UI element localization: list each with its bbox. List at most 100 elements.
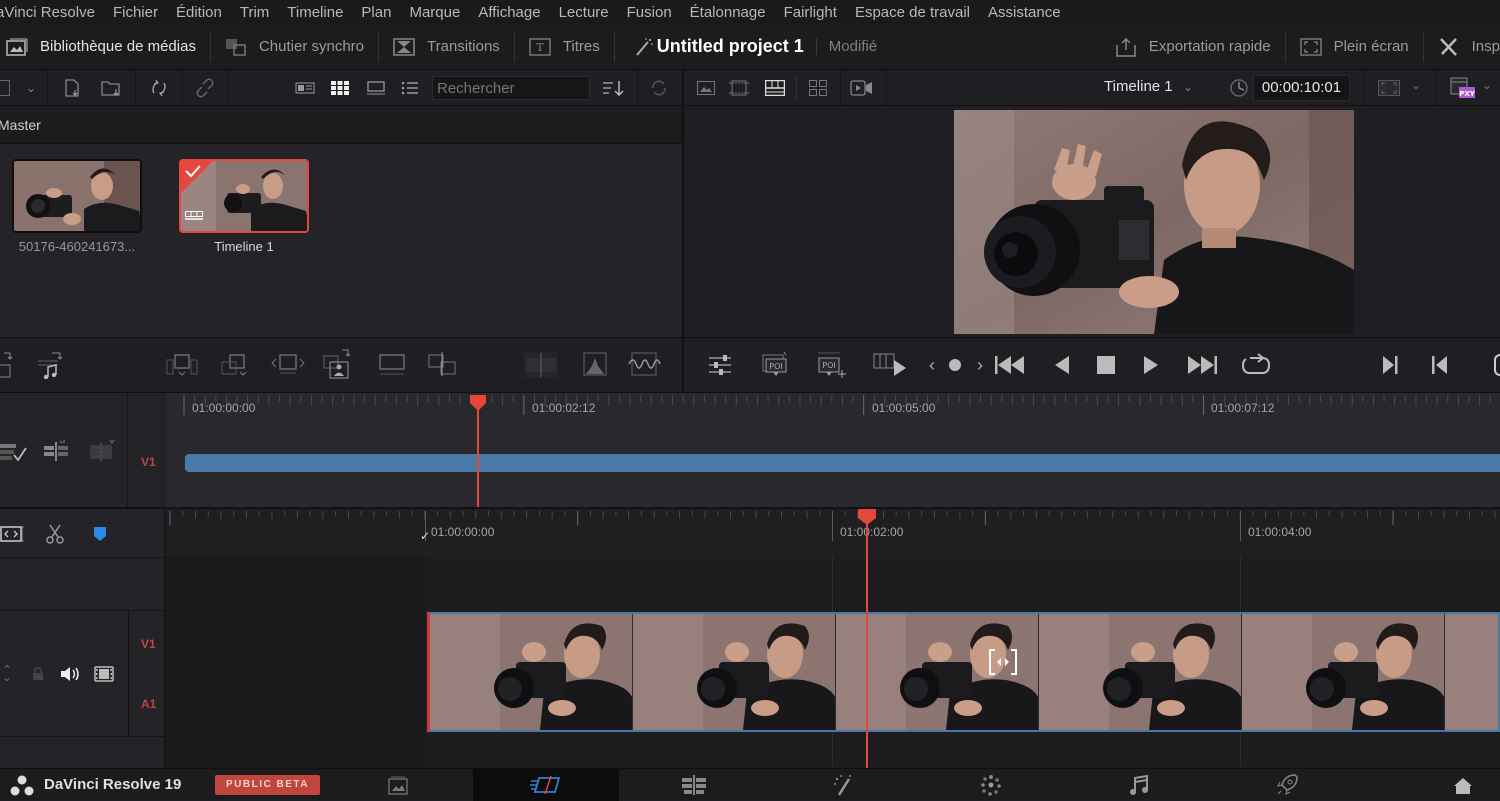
go-to-end-icon[interactable]	[1184, 355, 1220, 375]
bin-list-toggle[interactable]	[0, 80, 10, 96]
quick-export-button[interactable]: Exportation rapide	[1101, 24, 1285, 69]
lower-playhead-handle[interactable]	[857, 508, 877, 526]
filmstrip-view-icon[interactable]	[365, 80, 387, 96]
place-on-top-icon[interactable]	[376, 352, 408, 378]
menu-timeline[interactable]: Timeline	[287, 4, 343, 21]
chevron-down-icon[interactable]: ⌄	[22, 78, 40, 98]
page-tab-cut[interactable]	[473, 769, 619, 801]
mark-in-icon[interactable]	[1380, 355, 1400, 375]
menu-view[interactable]: Affichage	[478, 4, 540, 21]
page-tab-fusion[interactable]	[770, 769, 916, 801]
go-to-start-icon[interactable]	[992, 355, 1028, 375]
upper-timeline-clip[interactable]	[185, 454, 1500, 472]
close-up-icon[interactable]	[322, 348, 358, 380]
ripple-overwrite-icon[interactable]	[270, 352, 306, 378]
home-icon[interactable]	[1452, 776, 1474, 796]
proxy-icon[interactable]: PXY	[1450, 76, 1476, 100]
snap-edit-icon[interactable]	[42, 439, 70, 463]
source-clip-icon[interactable]	[696, 79, 716, 97]
import-media-icon[interactable]	[62, 78, 82, 98]
relink-icon[interactable]	[148, 78, 170, 98]
menu-fairlight[interactable]: Fairlight	[784, 4, 837, 21]
lower-playhead-line[interactable]	[866, 516, 868, 768]
thumbnail-view-icon[interactable]	[330, 79, 350, 97]
page-tab-media[interactable]	[325, 769, 471, 801]
media-clip-thumbnail[interactable]	[12, 159, 142, 233]
menu-edit[interactable]: Édition	[176, 4, 222, 21]
sync-icon[interactable]	[648, 78, 670, 98]
loop-icon[interactable]	[1240, 353, 1272, 377]
camera-source-icon[interactable]	[850, 78, 874, 98]
multicam-icon[interactable]	[808, 79, 828, 97]
append-video-icon[interactable]	[0, 351, 14, 379]
append-end-icon[interactable]	[220, 352, 252, 378]
page-tab-color[interactable]	[918, 769, 1064, 801]
menu-workspace[interactable]: Espace de travail	[855, 4, 970, 21]
menu-help[interactable]: Assistance	[988, 4, 1061, 21]
media-library-button[interactable]: Bibliothèque de médias	[0, 24, 210, 69]
scissors-icon[interactable]	[44, 524, 66, 544]
titles-button[interactable]: T Titres	[515, 24, 614, 69]
transitions-button[interactable]: Transitions	[379, 24, 514, 69]
smart-insert-icon[interactable]	[166, 352, 198, 378]
keyframe-dot-icon[interactable]	[948, 358, 962, 372]
search-input[interactable]	[432, 76, 590, 100]
page-tab-edit[interactable]	[621, 769, 767, 801]
lock-icon[interactable]	[30, 666, 46, 682]
menu-color[interactable]: Étalonnage	[690, 4, 766, 21]
sync-bin-button[interactable]: Chutier synchro	[211, 24, 378, 69]
film-icon[interactable]	[93, 665, 115, 683]
viewer-zoom-icon[interactable]	[1377, 79, 1401, 97]
play-around-icon[interactable]	[872, 350, 910, 380]
source-tape-icon[interactable]	[728, 79, 750, 97]
import-folder-icon[interactable]	[100, 78, 122, 98]
sort-icon[interactable]	[601, 79, 625, 97]
page-tab-deliver[interactable]	[1214, 769, 1360, 801]
menu-mark[interactable]: Marque	[409, 4, 460, 21]
menu-playback[interactable]: Lecture	[559, 4, 609, 21]
chevron-down-icon[interactable]: ⌄	[1482, 78, 1492, 92]
play-icon[interactable]	[1141, 355, 1161, 375]
track-height-icon[interactable]: ⌃ ⌄	[0, 665, 14, 684]
menu-trim[interactable]: Trim	[240, 4, 269, 21]
menu-fusion[interactable]: Fusion	[627, 4, 672, 21]
timeline-viewer-icon[interactable]	[764, 79, 786, 97]
reverse-play-icon[interactable]	[1052, 355, 1072, 375]
timecode-display[interactable]: 00:00:10:01	[1253, 75, 1350, 101]
list-view-icon[interactable]	[400, 80, 420, 96]
fullscreen-button[interactable]: Plein écran	[1286, 24, 1423, 69]
poi-icon[interactable]: POI	[760, 350, 790, 380]
add-poi-icon[interactable]: POI	[816, 350, 848, 380]
page-tab-fairlight[interactable]	[1066, 769, 1212, 801]
mark-out-icon[interactable]	[1430, 355, 1450, 375]
waveform-icon[interactable]	[626, 350, 662, 378]
metadata-view-icon[interactable]	[294, 80, 316, 96]
upper-ruler[interactable]: 01:00:00:00 01:00:02:12 01:00:05:00 01:0…	[180, 393, 1500, 421]
source-overwrite-icon[interactable]	[426, 350, 460, 378]
menu-app[interactable]: aVinci Resolve	[0, 4, 95, 21]
upper-playhead-line[interactable]	[477, 401, 479, 508]
upper-playhead-handle[interactable]	[469, 394, 487, 412]
timeline-video-clip[interactable]	[427, 612, 1500, 732]
viewer-frame[interactable]	[954, 110, 1354, 334]
unlink-icon[interactable]	[194, 78, 216, 98]
trim-mode-icon[interactable]	[88, 437, 116, 463]
audio-settings-icon[interactable]	[706, 353, 734, 377]
histogram-icon[interactable]	[578, 350, 612, 378]
timeline-selector[interactable]: Timeline 1 ⌄	[1104, 78, 1193, 95]
previous-keyframe-icon[interactable]: ‹	[926, 355, 938, 375]
timeline-clip-thumbnail[interactable]	[179, 159, 309, 233]
append-audio-icon[interactable]	[34, 351, 66, 379]
next-keyframe-icon[interactable]: ›	[974, 355, 986, 375]
marker-icon[interactable]	[92, 525, 108, 543]
chevron-down-icon[interactable]: ⌄	[1411, 78, 1421, 92]
speaker-icon[interactable]	[60, 665, 82, 683]
split-clip-icon[interactable]	[524, 352, 558, 378]
menu-file[interactable]: Fichier	[113, 4, 158, 21]
track-select-icon[interactable]	[0, 441, 28, 463]
trim-handle-icon[interactable]	[988, 648, 1018, 676]
lower-ruler[interactable]: ✓ 01:00:00:00 01:00:02:00 01:00:04:00	[165, 509, 1500, 557]
menu-clip[interactable]: Plan	[361, 4, 391, 21]
more-controls-icon[interactable]	[1494, 354, 1500, 376]
timeline-view-options-icon[interactable]	[0, 525, 26, 543]
